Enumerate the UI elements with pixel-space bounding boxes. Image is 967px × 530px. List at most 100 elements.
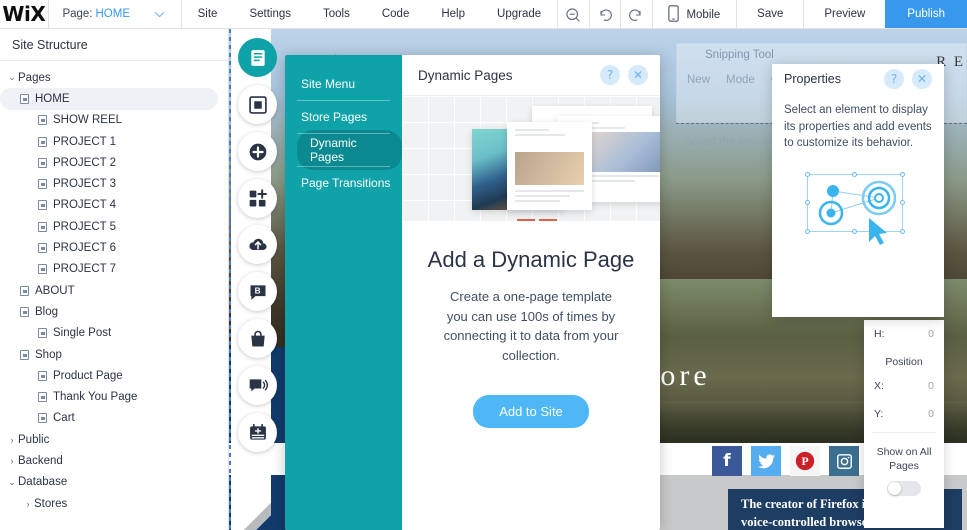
tree-item-cart[interactable]: Cart <box>0 408 228 429</box>
tree-item-project-5[interactable]: PROJECT 5 <box>0 216 228 237</box>
menu-item-site[interactable]: Site <box>182 0 234 29</box>
wix-logo[interactable]: WiX <box>0 0 48 28</box>
tree-item-show-reel[interactable]: SHOW REEL <box>0 110 228 131</box>
position-y-value[interactable]: 0 <box>928 408 934 420</box>
tree-item-project-4[interactable]: PROJECT 4 <box>0 195 228 216</box>
nav-item-dynamic-pages[interactable]: Dynamic Pages <box>285 129 402 170</box>
page-icon <box>38 179 47 190</box>
properties-header-buttons: ? ✕ <box>884 69 944 89</box>
height-value[interactable]: 0 <box>928 328 934 340</box>
chevron-right-icon[interactable]: › <box>6 435 18 445</box>
chevron-down-icon[interactable]: ⌄ <box>6 72 18 83</box>
save-button[interactable]: Save <box>737 0 803 28</box>
menus-and-pages-icon[interactable] <box>238 38 277 77</box>
tree-item-stores[interactable]: › Stores <box>0 493 228 514</box>
tree-item-project-7[interactable]: PROJECT 7 <box>0 259 228 280</box>
page-icon <box>38 221 47 232</box>
site-structure-tree: ⌄ Pages HOME SHOW REEL PROJECT 1 PROJECT 2 PRO… <box>0 61 228 514</box>
properties-panel: Properties ? ✕ Select an element to disp… <box>772 64 944 317</box>
dynamic-pages-title: Dynamic Pages <box>418 67 513 83</box>
nav-item-store-pages[interactable]: Store Pages <box>285 100 402 133</box>
nav-item-page-transitions[interactable]: Page Transitions <box>285 166 402 199</box>
tree-item-label: Product Page <box>53 369 123 382</box>
close-icon[interactable]: ✕ <box>628 65 648 85</box>
blog-icon[interactable]: B <box>238 272 277 311</box>
social-icons-row[interactable]: f P <box>712 446 859 476</box>
page-selector[interactable]: Page: HOME <box>48 0 180 28</box>
help-icon[interactable]: ? <box>884 69 904 89</box>
tree-item-blog[interactable]: Blog <box>0 301 228 322</box>
tree-item-project-3[interactable]: PROJECT 3 <box>0 173 228 194</box>
tree-item-thank-you-page[interactable]: Thank You Page <box>0 386 228 407</box>
page-icon <box>38 136 47 147</box>
tree-item-label: PROJECT 4 <box>53 199 117 212</box>
tree-item-public[interactable]: › Public <box>0 429 228 450</box>
tree-item-project-2[interactable]: PROJECT 2 <box>0 152 228 173</box>
nav-item-site-menu[interactable]: Site Menu <box>285 67 402 100</box>
snip-mode-button[interactable]: Mode <box>726 74 755 86</box>
tree-item-label: PROJECT 2 <box>53 156 117 169</box>
pinterest-icon[interactable]: P <box>790 446 820 476</box>
sidebar-title: Site Structure <box>0 29 228 61</box>
menu-item-settings[interactable]: Settings <box>233 0 307 29</box>
my-uploads-icon[interactable] <box>238 225 277 264</box>
menu-item-tools[interactable]: Tools <box>307 0 366 29</box>
tree-item-backend[interactable]: › Backend <box>0 450 228 471</box>
tree-item-project-1[interactable]: PROJECT 1 <box>0 131 228 152</box>
tree-item-single-post[interactable]: Single Post <box>0 323 228 344</box>
tree-item-database[interactable]: ⌄ Database <box>0 472 228 493</box>
page-icon <box>38 157 47 168</box>
position-x-value[interactable]: 0 <box>928 380 934 392</box>
chevron-down-icon[interactable]: ⌄ <box>6 477 18 488</box>
add-element-icon[interactable] <box>238 132 277 171</box>
menu-item-help[interactable]: Help <box>425 0 481 29</box>
facebook-icon[interactable]: f <box>712 446 742 476</box>
tree-item-label: SHOW REEL <box>53 114 123 127</box>
help-icon[interactable]: ? <box>600 65 620 85</box>
snip-new-button[interactable]: New <box>687 74 710 86</box>
tree-item-product-page[interactable]: Product Page <box>0 365 228 386</box>
add-apps-icon[interactable] <box>238 179 277 218</box>
mobile-view-button[interactable]: Mobile <box>652 0 736 29</box>
position-section-label: Position <box>885 356 923 368</box>
tree-item-label: Blog <box>35 305 59 318</box>
dynamic-pages-panel: Site Menu Store Pages Dynamic Pages Page… <box>285 55 660 530</box>
dynamic-pages-content: Dynamic Pages ? ✕ Add a Dynamic Page Cre… <box>402 55 660 530</box>
publish-button[interactable]: Publish <box>885 0 967 28</box>
undo-icon[interactable] <box>589 0 620 29</box>
close-icon[interactable]: ✕ <box>912 69 932 89</box>
bookings-icon[interactable] <box>238 413 277 452</box>
menu-item-upgrade[interactable]: Upgrade <box>481 0 557 29</box>
chevron-down-icon <box>154 9 165 21</box>
dynamic-pages-heading: Add a Dynamic Page <box>427 247 635 272</box>
preview-button[interactable]: Preview <box>804 0 885 28</box>
tree-item-label: PROJECT 5 <box>53 220 117 233</box>
position-y-row[interactable]: Y: 0 <box>864 400 944 428</box>
tree-item-home[interactable]: HOME <box>0 88 218 110</box>
tree-item-label: Stores <box>34 497 68 510</box>
twitter-icon[interactable] <box>751 446 781 476</box>
position-x-row[interactable]: X: 0 <box>864 372 944 400</box>
illustration-card-center <box>507 122 592 221</box>
show-on-all-pages-toggle[interactable] <box>887 481 921 497</box>
height-field-row[interactable]: H: 0 <box>864 320 944 348</box>
store-icon[interactable] <box>238 319 277 358</box>
chevron-right-icon[interactable]: › <box>6 456 18 466</box>
add-to-site-button[interactable]: Add to Site <box>473 395 589 428</box>
tree-item-label: Backend <box>18 454 63 467</box>
tree-item-project-6[interactable]: PROJECT 6 <box>0 237 228 258</box>
page-icon <box>38 392 47 403</box>
chevron-right-icon[interactable]: › <box>22 499 34 509</box>
page-icon <box>20 285 29 296</box>
background-icon[interactable] <box>238 85 277 124</box>
redo-icon[interactable] <box>621 0 652 29</box>
nav-item-store-pages-label: Store Pages <box>301 109 368 124</box>
instagram-icon[interactable] <box>829 446 859 476</box>
menu-item-code[interactable]: Code <box>366 0 426 29</box>
tree-item-about[interactable]: ABOUT <box>0 280 228 301</box>
tree-item-pages[interactable]: ⌄ Pages <box>0 67 228 88</box>
dynamic-pages-description: Create a one-page template you can use 1… <box>443 289 619 363</box>
tree-item-shop[interactable]: Shop <box>0 344 228 365</box>
chat-icon[interactable] <box>238 366 277 405</box>
zoom-out-icon[interactable] <box>558 0 589 29</box>
